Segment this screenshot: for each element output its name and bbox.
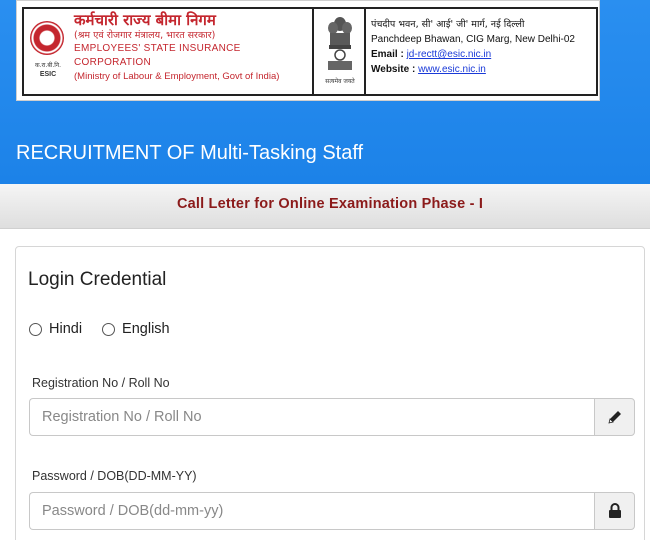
logo-text-hindi: क.रा.बी.नि. bbox=[34, 62, 62, 69]
registration-input-group bbox=[29, 398, 635, 436]
radio-english[interactable] bbox=[102, 322, 116, 336]
org-ministry-english: (Ministry of Labour & Employment, Govt o… bbox=[74, 71, 280, 82]
banner-frame: क.रा.बी.नि. ESIC कर्मचारी राज्य बीमा निग… bbox=[22, 7, 598, 96]
website-label: Website : bbox=[371, 64, 416, 75]
radio-hindi[interactable] bbox=[29, 322, 42, 336]
address-hindi: पंचदीप भवन, सी' आई' जी' मार्ग, नई दिल्ली bbox=[371, 19, 525, 30]
radio-hindi-label[interactable]: Hindi bbox=[49, 321, 82, 337]
org-name-hindi: कर्मचारी राज्य बीमा निगम bbox=[74, 11, 216, 29]
page-title: RECRUITMENT OF Multi-Tasking Staff bbox=[16, 142, 364, 164]
header-band: क.रा.बी.नि. ESIC कर्मचारी राज्य बीमा निग… bbox=[0, 0, 650, 184]
address-english: Panchdeep Bhawan, CIG Marg, New Delhi-02 bbox=[371, 34, 575, 45]
password-input-group bbox=[29, 492, 635, 530]
subtitle-band: Call Letter for Online Examination Phase… bbox=[0, 184, 650, 229]
emblem-caption: सत्यमेव जयते bbox=[325, 78, 355, 85]
esic-banner: क.रा.बी.नि. ESIC कर्मचारी राज्य बीमा निग… bbox=[16, 0, 600, 101]
email-link[interactable]: jd-rectt@esic.nic.in bbox=[407, 49, 492, 60]
registration-input[interactable] bbox=[29, 398, 594, 436]
esic-logo-icon bbox=[30, 21, 64, 55]
esic-logo-caption: क.रा.बी.नि. ESIC bbox=[28, 61, 68, 79]
password-input[interactable] bbox=[29, 492, 594, 530]
website-line: Website : www.esic.nic.in bbox=[371, 62, 596, 77]
radio-english-label[interactable]: English bbox=[122, 321, 170, 337]
password-label: Password / DOB(DD-MM-YY) bbox=[32, 469, 197, 483]
national-emblem-icon bbox=[328, 17, 352, 70]
logo-text-en: ESIC bbox=[39, 71, 57, 78]
emblem-cell: सत्यमेव जयते bbox=[314, 9, 366, 94]
org-name-english: EMPLOYEES' STATE INSURANCE CORPORATION bbox=[74, 43, 241, 68]
login-card-title: Login Credential bbox=[28, 269, 167, 290]
org-name-cell: कर्मचारी राज्य बीमा निगम (श्रम एवं रोजगा… bbox=[70, 9, 314, 94]
registration-label: Registration No / Roll No bbox=[32, 376, 170, 390]
pencil-icon bbox=[607, 411, 621, 424]
password-addon bbox=[594, 492, 635, 530]
lock-icon bbox=[608, 503, 621, 518]
email-line: Email : jd-rectt@esic.nic.in bbox=[371, 47, 596, 62]
language-selector: Hindi English bbox=[29, 321, 190, 337]
registration-addon bbox=[594, 398, 635, 436]
call-letter-title: Call Letter for Online Examination Phase… bbox=[176, 196, 484, 212]
login-card: Login Credential Hindi English Registrat… bbox=[15, 246, 645, 540]
org-ministry-hindi: (श्रम एवं रोजगार मंत्रालय, भारत सरकार) bbox=[74, 30, 216, 41]
esic-logo-cell: क.रा.बी.नि. ESIC bbox=[24, 9, 70, 94]
website-link[interactable]: www.esic.nic.in bbox=[418, 64, 486, 75]
contact-cell: पंचदीप भवन, सी' आई' जी' मार्ग, नई दिल्ली… bbox=[366, 9, 596, 94]
email-label: Email : bbox=[371, 49, 404, 60]
